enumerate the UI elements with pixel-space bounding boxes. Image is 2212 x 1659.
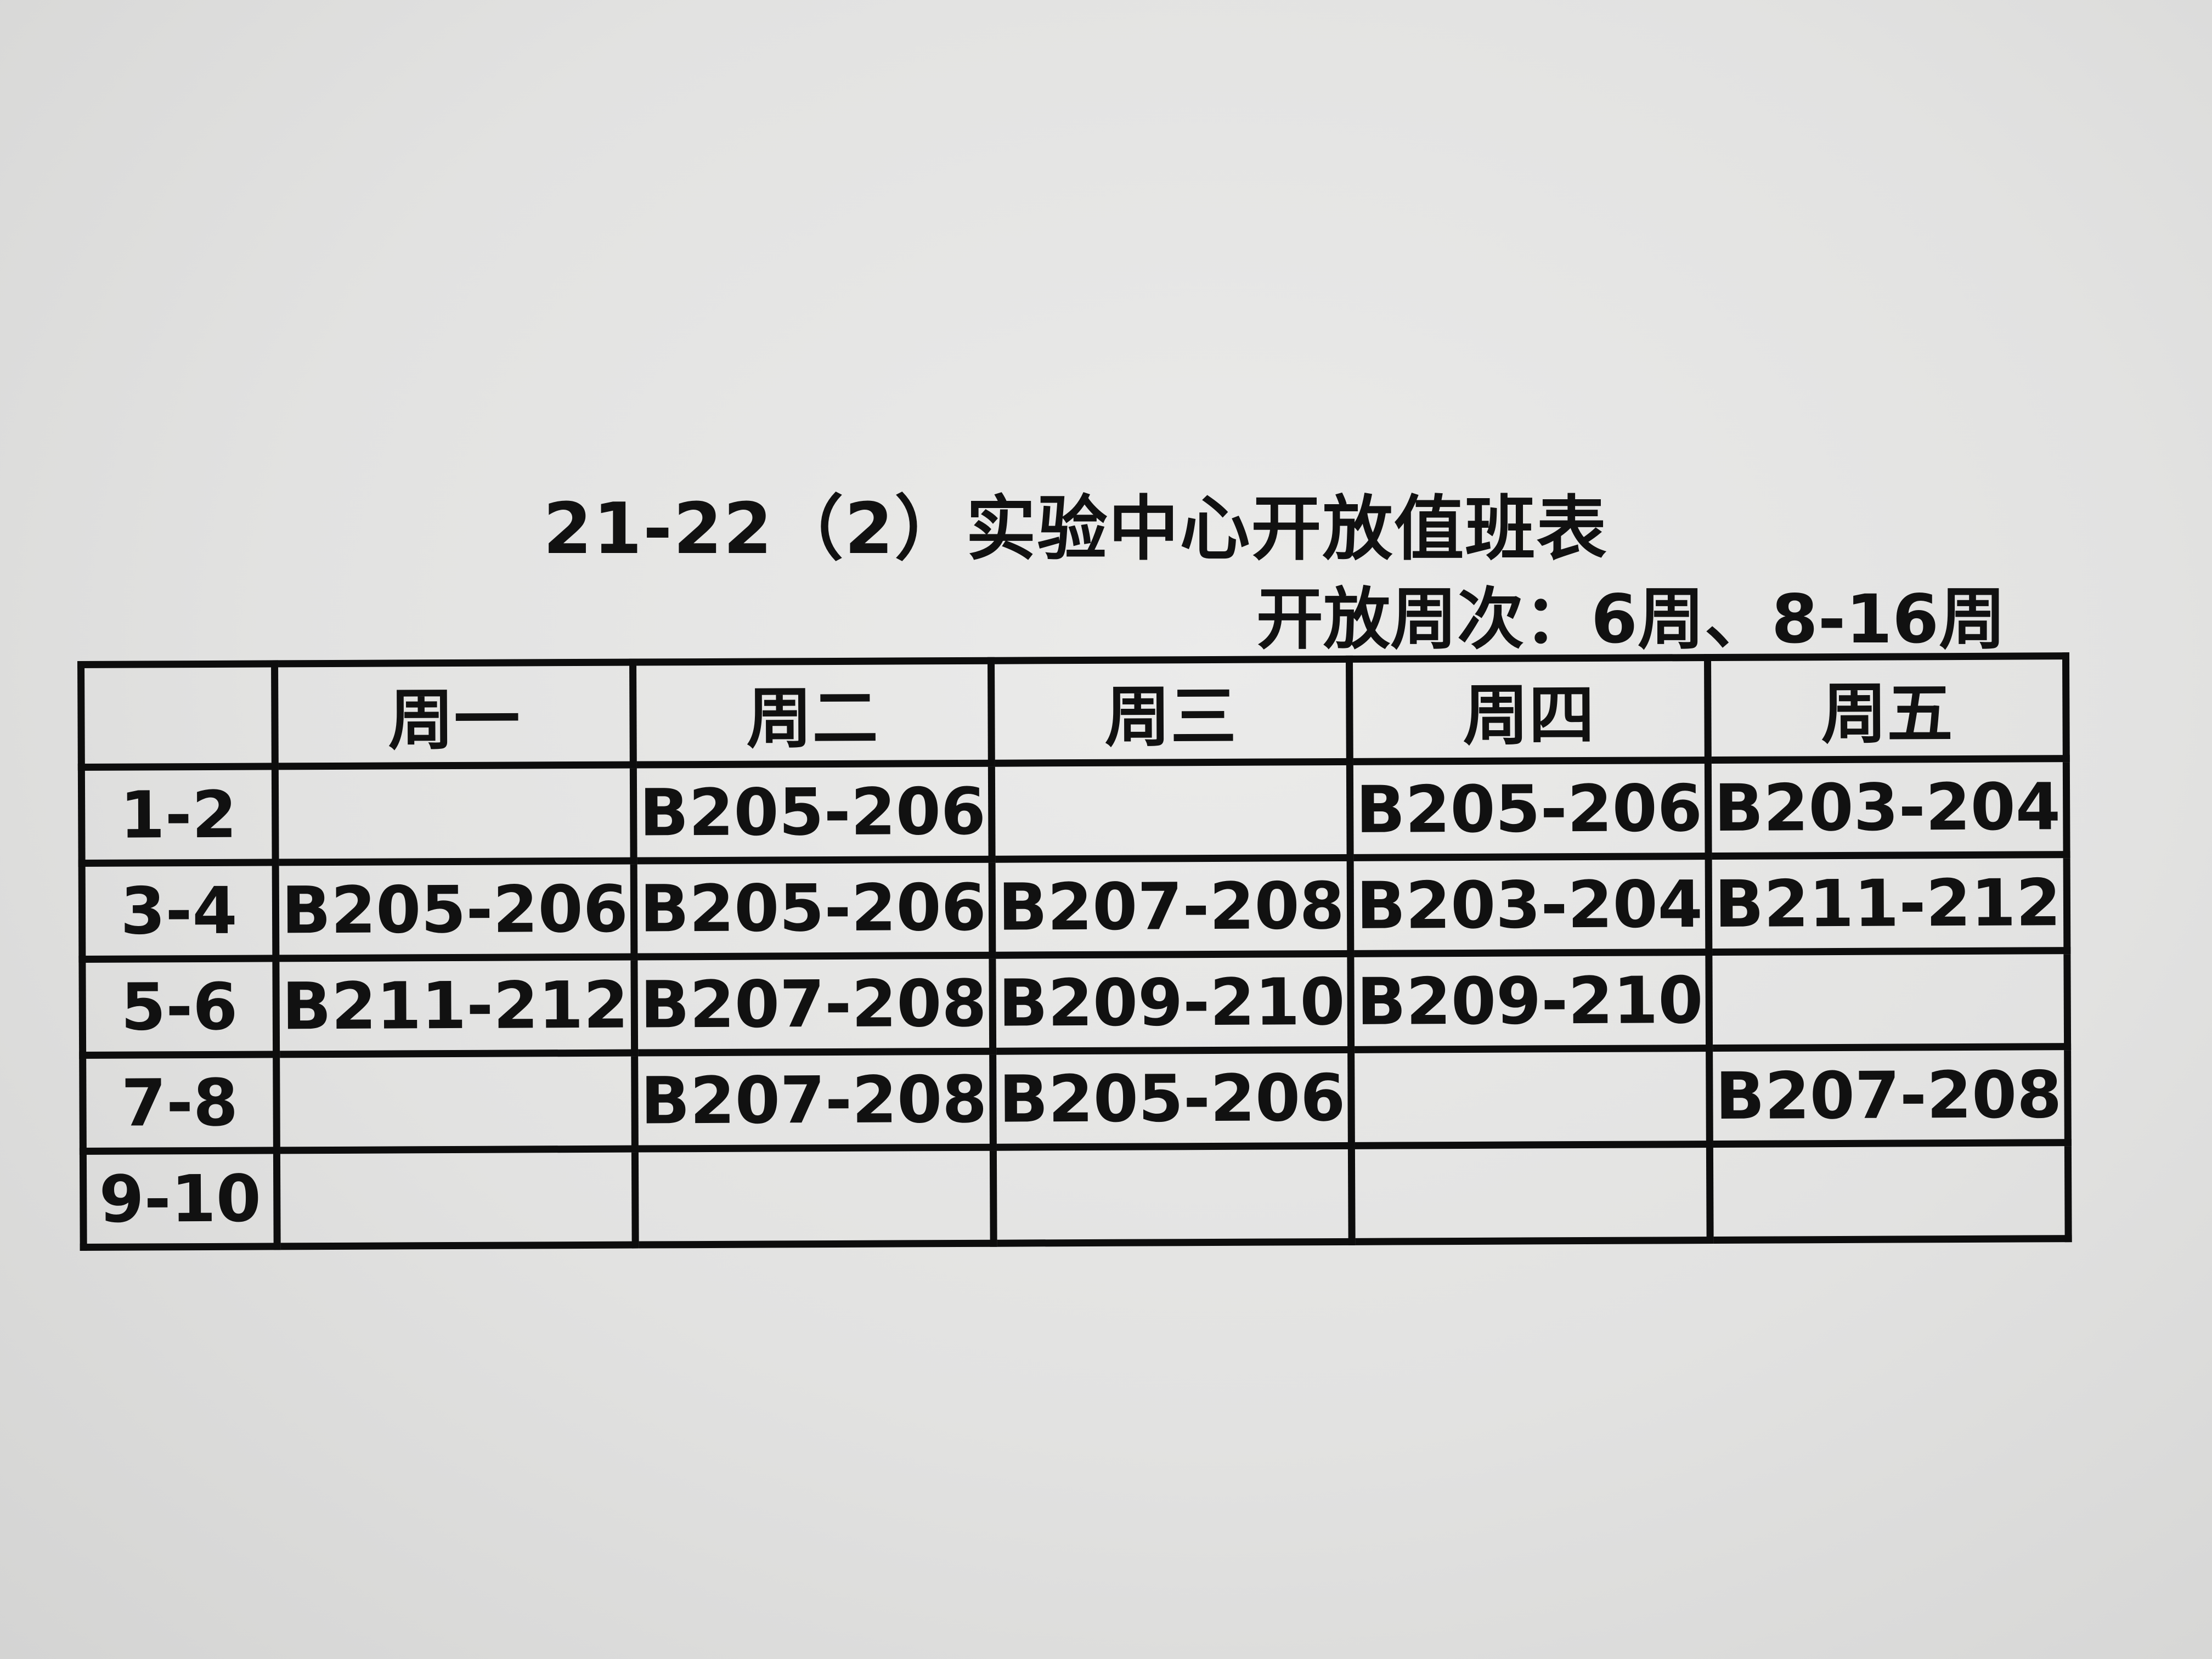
room-cell: B205-206 <box>992 1049 1352 1148</box>
room-cell: B207-208 <box>634 1051 994 1149</box>
column-header-tuesday: 周二 <box>633 661 992 765</box>
table-header-row: 周一 周二 周三 周四 周五 <box>81 656 2067 768</box>
table-row: 1-2 B205-206 B205-206 B203-204 <box>81 758 2067 864</box>
document-title: 21-22（2）实验中心开放值班表 <box>543 488 1608 570</box>
room-cell: B211-212 <box>275 957 635 1054</box>
room-cell: B205-206 <box>634 859 992 957</box>
room-cell: B211-212 <box>1708 854 2067 952</box>
period-label: 9-10 <box>83 1150 278 1248</box>
room-cell <box>276 1149 636 1246</box>
column-header-thursday: 周四 <box>1349 657 1708 762</box>
room-cell <box>1709 1142 2069 1240</box>
room-cell: B203-204 <box>1708 758 2067 856</box>
column-header-monday: 周一 <box>274 662 634 766</box>
room-cell <box>991 761 1351 860</box>
table-row: 9-10 <box>83 1142 2069 1248</box>
column-header-friday: 周五 <box>1707 656 2067 760</box>
period-label: 5-6 <box>82 958 276 1056</box>
period-label: 7-8 <box>82 1054 277 1152</box>
room-cell <box>276 1053 635 1150</box>
period-label: 1-2 <box>81 766 276 864</box>
duty-schedule-table: 周一 周二 周三 周四 周五 1-2 B205-206 B205-206 B203-2… <box>77 652 2072 1251</box>
room-cell: B209-210 <box>992 953 1351 1052</box>
room-cell: B205-206 <box>633 763 992 861</box>
room-cell <box>275 765 634 862</box>
room-cell <box>1351 1048 1710 1146</box>
room-cell <box>993 1146 1352 1244</box>
room-cell <box>635 1147 994 1245</box>
room-cell <box>1708 950 2068 1048</box>
column-header-wednesday: 周三 <box>991 659 1350 764</box>
open-weeks-subtitle: 开放周次：6周、8-16周 <box>1256 580 2006 658</box>
room-cell: B207-208 <box>634 955 993 1053</box>
room-cell: B209-210 <box>1350 952 1709 1050</box>
room-cell <box>1351 1144 1711 1242</box>
table-row: 5-6 B211-212 B207-208 B209-210 B209-210 <box>82 950 2068 1056</box>
room-cell: B205-206 <box>275 861 634 958</box>
table-row: 7-8 B207-208 B205-206 B207-208 <box>82 1046 2068 1152</box>
column-header-corner <box>81 663 275 768</box>
room-cell: B203-204 <box>1350 856 1709 954</box>
room-cell: B205-206 <box>1350 760 1709 858</box>
table-row: 3-4 B205-206 B205-206 B207-208 B203-204 B211-… <box>82 854 2067 960</box>
room-cell: B207-208 <box>1709 1046 2068 1144</box>
room-cell: B207-208 <box>992 857 1351 956</box>
period-label: 3-4 <box>82 862 276 960</box>
